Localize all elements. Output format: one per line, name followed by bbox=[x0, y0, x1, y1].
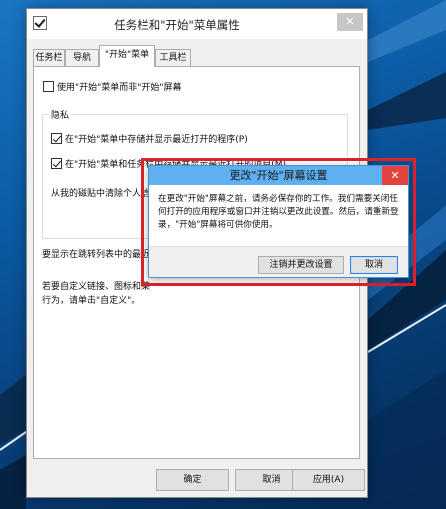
window-close-button[interactable]: ✕ bbox=[337, 13, 363, 31]
apply-button[interactable]: 应用(A) bbox=[292, 469, 365, 491]
tab-start-menu[interactable]: "开始"菜单 bbox=[99, 45, 155, 67]
dialog-close-button[interactable]: ✕ bbox=[382, 166, 408, 185]
clear-tiles-text: 从我的磁贴中清除个人信 bbox=[51, 189, 151, 199]
sign-out-change-settings-button[interactable]: 注销并更改设置 bbox=[258, 256, 344, 274]
customize-text-line1: 若要自定义链接、图标和菜 bbox=[42, 282, 151, 292]
dialog-footer: 注销并更改设置 取消 bbox=[149, 246, 408, 277]
store-recent-items-checkbox[interactable] bbox=[51, 158, 62, 169]
dialog-titlebar[interactable]: 更改"开始"屏幕设置 bbox=[149, 166, 408, 185]
tab-navigation[interactable]: 导航 bbox=[65, 49, 99, 66]
store-recent-programs-option[interactable]: 在"开始"菜单中存储并显示最近打开的程序(P) bbox=[51, 132, 248, 145]
store-recent-programs-label: 在"开始"菜单中存储并显示最近打开的程序(P) bbox=[65, 135, 248, 145]
jumplist-count-text: 要显示在跳转列表中的最近 bbox=[42, 250, 151, 260]
ok-button[interactable]: 确定 bbox=[156, 469, 229, 491]
privacy-legend: 隐私 bbox=[48, 108, 73, 121]
window-title: 任务栏和"开始"菜单属性 bbox=[114, 18, 240, 32]
dialog-title: 更改"开始"屏幕设置 bbox=[229, 169, 328, 182]
dialog-message: 在更改"开始"屏幕之前，请务必保存你的工作。我们需要关闭任何打开的应用程序或窗口… bbox=[158, 194, 399, 230]
customize-text-line2: 行为，请单击"自定义"。 bbox=[42, 296, 141, 306]
use-start-menu-label: 使用"开始"菜单而非"开始"屏幕 bbox=[57, 83, 182, 93]
use-start-menu-option[interactable]: 使用"开始"菜单而非"开始"屏幕 bbox=[43, 80, 182, 93]
use-start-menu-checkbox[interactable] bbox=[43, 81, 54, 92]
tab-taskbar[interactable]: 任务栏 bbox=[33, 49, 65, 66]
change-start-screen-dialog: 更改"开始"屏幕设置 ✕ 在更改"开始"屏幕之前，请务必保存你的工作。我们需要关… bbox=[148, 165, 409, 278]
dialog-cancel-button[interactable]: 取消 bbox=[350, 256, 398, 274]
store-recent-programs-checkbox[interactable] bbox=[51, 133, 62, 144]
window-titlebar[interactable]: 任务栏和"开始"菜单属性 ✕ bbox=[27, 9, 367, 39]
tab-toolbars[interactable]: 工具栏 bbox=[155, 49, 191, 66]
